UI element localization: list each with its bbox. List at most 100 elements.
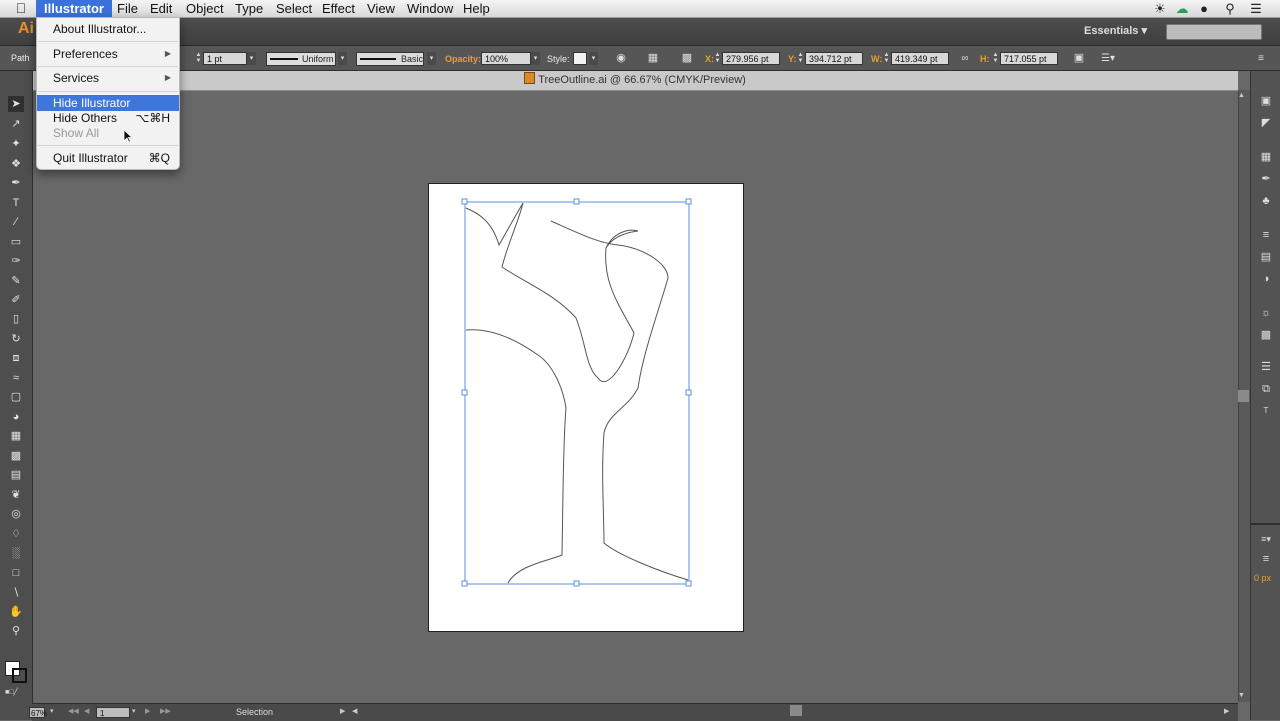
status-menu-arrow-icon[interactable]: ▶ [340, 707, 345, 715]
character-panel-icon[interactable]: T [1258, 403, 1274, 419]
list-icon[interactable]: ☰ [1248, 1, 1264, 16]
x-position-field[interactable]: 279.956 pt [722, 52, 780, 65]
scroll-left-icon[interactable]: ◀ [352, 707, 357, 715]
menu-item-about[interactable]: About Illustrator... [37, 21, 179, 37]
lasso-tool-icon[interactable]: ❖ [8, 156, 24, 172]
scale-tool-icon[interactable]: ⧈ [8, 350, 24, 366]
menu-type[interactable]: Type [227, 0, 271, 17]
artboard-dropdown-icon[interactable]: ▾ [132, 707, 136, 715]
eyedropper-tool-icon[interactable]: ❦ [8, 487, 24, 503]
type-tool-icon[interactable]: T [8, 195, 24, 211]
isolate-icon[interactable]: ▣ [1072, 52, 1086, 65]
menu-edit[interactable]: Edit [142, 0, 180, 17]
transparency-panel-icon[interactable]: ◑ [1258, 271, 1274, 287]
menu-item-hide-illustrator[interactable]: Hide Illustrator [37, 95, 179, 111]
next-artboard-icon[interactable]: ▶ [145, 707, 150, 715]
scroll-up-icon[interactable]: ▲ [1238, 92, 1245, 99]
shape-builder-tool-icon[interactable]: ◕ [8, 409, 24, 425]
menu-illustrator[interactable]: Illustrator [36, 0, 112, 17]
profile-dropdown[interactable]: ▾ [338, 52, 347, 65]
blob-brush-tool-icon[interactable]: ✐ [8, 292, 24, 308]
style-dropdown[interactable]: ▾ [589, 52, 598, 65]
opacity-dropdown[interactable]: ▾ [531, 52, 540, 65]
handle-top-center[interactable] [573, 198, 580, 205]
variable-width-profile[interactable]: Uniform [266, 52, 336, 66]
symbols-panel-icon[interactable]: ♣ [1258, 193, 1274, 209]
menu-file[interactable]: File [109, 0, 146, 17]
y-position-field[interactable]: 394.712 pt [805, 52, 863, 65]
zoom-dropdown-icon[interactable]: ▾ [50, 707, 54, 715]
reference-point-icon[interactable]: ▩ [680, 52, 694, 65]
width-tool-icon[interactable]: ≈ [8, 370, 24, 386]
first-artboard-icon[interactable]: ◀◀ [68, 707, 79, 715]
color-mode-buttons[interactable]: ■□╱ [5, 688, 27, 696]
previous-artboard-icon[interactable]: ◀ [84, 707, 89, 715]
stroke-weight-stepper[interactable]: ▲ ▼ [195, 52, 202, 65]
artboards-panel-icon[interactable]: ⧉ [1258, 381, 1274, 397]
stroke-panel-icon[interactable]: ≡ [1258, 227, 1274, 243]
tree-outline-path[interactable] [465, 202, 689, 584]
mesh-tool-icon[interactable]: ▩ [8, 448, 24, 464]
creative-cloud-icon[interactable]: ☁ [1174, 1, 1190, 16]
rectangle-tool-icon[interactable]: ▭ [8, 234, 24, 250]
width-field[interactable]: 419.349 pt [891, 52, 949, 65]
user-icon[interactable]: ● [1196, 1, 1212, 16]
stroke-weight-field[interactable]: 1 pt [203, 52, 247, 65]
handle-middle-right[interactable] [685, 389, 692, 396]
brush-dropdown[interactable]: ▾ [427, 52, 436, 65]
magic-wand-tool-icon[interactable]: ✦ [8, 136, 24, 152]
pencil-tool-icon[interactable]: ✎ [8, 273, 24, 289]
spotlight-icon[interactable]: ⚲ [1222, 1, 1238, 16]
zoom-field[interactable]: 67% [29, 707, 47, 718]
h-label[interactable]: H: [980, 54, 990, 64]
stroke-swatch[interactable] [12, 668, 27, 683]
zoom-tool-icon[interactable]: ⚲ [8, 623, 24, 639]
workspace-switcher[interactable]: Essentials ▾ [1084, 24, 1147, 37]
gradient-tool-icon[interactable]: ▤ [8, 467, 24, 483]
artboard-tool-icon[interactable]: □ [8, 565, 24, 581]
tree-artwork[interactable] [428, 183, 744, 632]
handle-bottom-center[interactable] [573, 580, 580, 587]
x-label[interactable]: X: [705, 54, 714, 64]
w-stepper[interactable]: ▲ ▼ [883, 52, 890, 65]
brush-definition[interactable]: Basic [356, 52, 424, 66]
artboard-number-field[interactable]: 1 [96, 707, 130, 718]
menu-window[interactable]: Window [399, 0, 461, 17]
graphic-style-swatch[interactable] [573, 52, 587, 65]
search-input[interactable] [1166, 24, 1262, 40]
stroke-weight-dropdown[interactable]: ▾ [247, 52, 256, 65]
brightness-icon[interactable]: ☀ [1152, 1, 1168, 16]
handle-top-left[interactable] [461, 198, 468, 205]
recolor-artwork-icon[interactable]: ◉ [614, 52, 628, 65]
layers-panel-icon[interactable]: ☰ [1258, 359, 1274, 375]
slice-tool-icon[interactable]: ∖ [8, 585, 24, 601]
transform-options-icon[interactable]: ☰▾ [1096, 52, 1120, 65]
line-tool-icon[interactable]: ∕ [8, 214, 24, 230]
swatches-panel-icon[interactable]: ▦ [1258, 149, 1274, 165]
column-graph-tool-icon[interactable]: ░ [8, 545, 24, 561]
direct-selection-tool-icon[interactable]: ↗ [8, 116, 24, 132]
vertical-scroll-thumb[interactable] [1238, 390, 1249, 402]
eraser-tool-icon[interactable]: ▯ [8, 311, 24, 327]
menu-view[interactable]: View [359, 0, 403, 17]
color-guide-panel-icon[interactable]: ◤ [1258, 115, 1274, 131]
apple-menu-icon[interactable]:  [10, 0, 32, 17]
appearance-panel-icon[interactable]: ☼ [1258, 305, 1274, 321]
menu-select[interactable]: Select [268, 0, 320, 17]
hand-tool-icon[interactable]: ✋ [8, 604, 24, 620]
y-label[interactable]: Y: [788, 54, 796, 64]
menu-help[interactable]: Help [455, 0, 498, 17]
opacity-label[interactable]: Opacity: [445, 54, 481, 64]
rotate-tool-icon[interactable]: ↻ [8, 331, 24, 347]
blend-tool-icon[interactable]: ◎ [8, 506, 24, 522]
color-panel-icon[interactable]: ▣ [1258, 93, 1274, 109]
menu-item-hide-others[interactable]: Hide Others ⌥⌘H [37, 110, 179, 126]
document-tab[interactable]: TreeOutline.ai @ 66.67% (CMYK/Preview) [32, 71, 1238, 91]
gradient-panel-icon[interactable]: ▤ [1258, 249, 1274, 265]
pen-tool-icon[interactable]: ✒ [8, 175, 24, 191]
y-stepper[interactable]: ▲ ▼ [797, 52, 804, 65]
brushes-panel-icon[interactable]: ✒ [1258, 171, 1274, 187]
handle-bottom-left[interactable] [461, 580, 468, 587]
symbol-sprayer-tool-icon[interactable]: ♢ [8, 526, 24, 542]
scroll-right-icon[interactable]: ▶ [1224, 707, 1229, 715]
